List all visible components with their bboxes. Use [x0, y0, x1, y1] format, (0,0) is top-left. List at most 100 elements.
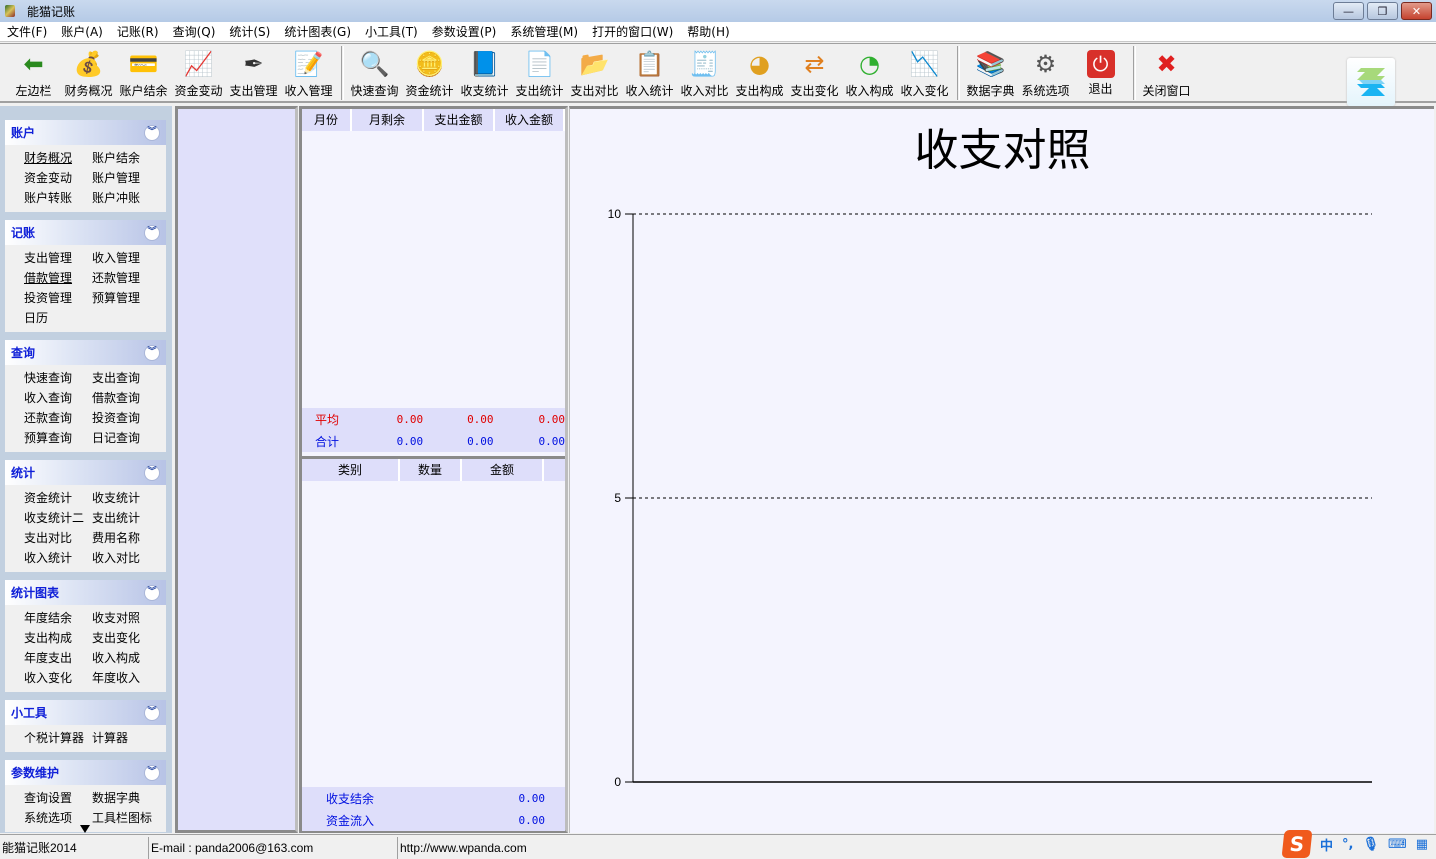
sidebar-link[interactable]: 日历: [24, 308, 92, 328]
sidebar-link[interactable]: 财务概况: [24, 148, 92, 168]
ime-mode-chinese[interactable]: 中: [1320, 835, 1333, 854]
sidebar-link[interactable]: 预算查询: [24, 428, 92, 448]
sidebar-link[interactable]: 收入统计: [24, 548, 92, 568]
menu-item-6[interactable]: 小工具(T): [358, 22, 425, 42]
sidebar-group-header[interactable]: 小工具 ︾: [5, 700, 166, 725]
keyboard-icon[interactable]: ⌨: [1388, 837, 1407, 852]
minimize-button[interactable]: —: [1333, 2, 1364, 20]
sidebar-link[interactable]: 支出变化: [92, 628, 160, 648]
sidebar-link[interactable]: 收支统计二: [24, 508, 92, 528]
menu-item-8[interactable]: 系统管理(M): [503, 22, 585, 42]
sidebar-link[interactable]: 还款管理: [92, 268, 160, 288]
sidebar-link[interactable]: 资金统计: [24, 488, 92, 508]
sidebar-link[interactable]: 支出对比: [24, 528, 92, 548]
sidebar-link[interactable]: 计算器: [92, 728, 160, 748]
sidebar-link[interactable]: 年度支出: [24, 648, 92, 668]
column-header-0[interactable]: 月份: [302, 109, 352, 131]
toolbar-button-0-5[interactable]: 📝 收入管理: [281, 44, 336, 100]
sidebar-link[interactable]: 年度结余: [24, 608, 92, 628]
sidebar-link[interactable]: 还款查询: [24, 408, 92, 428]
collapse-chevron-icon[interactable]: ︾: [144, 584, 160, 601]
sidebar-link[interactable]: 收入查询: [24, 388, 92, 408]
sidebar-link[interactable]: 借款管理: [24, 268, 92, 288]
sidebar-link[interactable]: 收支统计: [92, 488, 160, 508]
toolbar-button-1-8[interactable]: ⇄ 支出变化: [787, 44, 842, 100]
sidebar-link[interactable]: 收入管理: [92, 248, 160, 268]
sidebar-link[interactable]: 个税计算器: [24, 728, 92, 748]
collapse-chevron-icon[interactable]: ︾: [144, 124, 160, 141]
column-header-1[interactable]: 月剩余: [352, 109, 424, 131]
toolbar-button-2-1[interactable]: ⚙ 系统选项: [1018, 44, 1073, 100]
toolbar-button-1-2[interactable]: 📘 收支统计: [457, 44, 512, 100]
toolbar-button-1-1[interactable]: 🪙 资金统计: [402, 44, 457, 100]
collapse-chevron-icon[interactable]: ︾: [144, 704, 160, 721]
sidebar-link[interactable]: 收支对照: [92, 608, 160, 628]
microphone-icon[interactable]: 🎙: [1362, 837, 1379, 852]
toolbar-button-1-4[interactable]: 📂 支出对比: [567, 44, 622, 100]
sidebar-group-header[interactable]: 账户 ︾: [5, 120, 166, 145]
column-header-0[interactable]: 类别: [302, 459, 400, 481]
sidebar-link[interactable]: 收入对比: [92, 548, 160, 568]
sidebar-group-header[interactable]: 统计 ︾: [5, 460, 166, 485]
toolbar-button-1-6[interactable]: 🧾 收入对比: [677, 44, 732, 100]
restore-button[interactable]: ❐: [1367, 2, 1398, 20]
menu-item-4[interactable]: 统计(S): [222, 22, 277, 42]
sidebar-link[interactable]: 支出统计: [92, 508, 160, 528]
toolbar-button-1-0[interactable]: 🔍 快速查询: [347, 44, 402, 100]
toolbar-button-3-0[interactable]: ✖ 关闭窗口: [1139, 44, 1194, 100]
column-header-2[interactable]: 支出金额: [424, 109, 495, 131]
toolbar-button-1-3[interactable]: 📄 支出统计: [512, 44, 567, 100]
menu-item-2[interactable]: 记账(R): [110, 22, 166, 42]
sidebar-link[interactable]: 投资管理: [24, 288, 92, 308]
collapse-chevron-icon[interactable]: ︾: [144, 224, 160, 241]
sidebar-link[interactable]: 收入构成: [92, 648, 160, 668]
sidebar-link[interactable]: 支出构成: [24, 628, 92, 648]
sidebar-link[interactable]: 预算管理: [92, 288, 160, 308]
menu-item-7[interactable]: 参数设置(P): [425, 22, 504, 42]
toolbar-button-0-4[interactable]: ✒ 支出管理: [226, 44, 281, 100]
sidebar-link[interactable]: 年度收入: [92, 668, 160, 688]
toolbar-button-1-5[interactable]: 📋 收入统计: [622, 44, 677, 100]
close-button[interactable]: ✕: [1401, 2, 1432, 20]
sidebar-link[interactable]: 资金变动: [24, 168, 92, 188]
sidebar-link[interactable]: 日记查询: [92, 428, 160, 448]
sidebar-link[interactable]: 借款查询: [92, 388, 160, 408]
toolbar-button-1-9[interactable]: ◔ 收入构成: [842, 44, 897, 100]
sogou-logo-icon[interactable]: S: [1281, 830, 1313, 858]
collapse-chevron-icon[interactable]: ︾: [144, 344, 160, 361]
sidebar-link[interactable]: 费用名称: [92, 528, 160, 548]
sidebar-link[interactable]: 数据字典: [92, 788, 160, 808]
menu-item-0[interactable]: 文件(F): [0, 22, 54, 42]
toolbar-button-0-3[interactable]: 📈 资金变动: [171, 44, 226, 100]
sidebar-link[interactable]: 工具栏图标: [92, 808, 160, 828]
sidebar-link[interactable]: 账户结余: [92, 148, 160, 168]
sidebar-group-header[interactable]: 统计图表 ︾: [5, 580, 166, 605]
scroll-down-arrow-icon[interactable]: [80, 825, 90, 833]
sidebar-link[interactable]: 账户冲账: [92, 188, 160, 208]
sidebar-link[interactable]: 支出管理: [24, 248, 92, 268]
grid-menu-icon[interactable]: ▦: [1416, 837, 1428, 852]
sidebar-link[interactable]: 支出查询: [92, 368, 160, 388]
sidebar-link[interactable]: 投资查询: [92, 408, 160, 428]
collapse-chevron-icon[interactable]: ︾: [144, 764, 160, 781]
toolbar-button-1-10[interactable]: 📉 收入变化: [897, 44, 952, 100]
sidebar-group-header[interactable]: 记账 ︾: [5, 220, 166, 245]
menu-item-3[interactable]: 查询(Q): [166, 22, 223, 42]
sidebar-link[interactable]: 账户管理: [92, 168, 160, 188]
menu-item-1[interactable]: 账户(A): [54, 22, 110, 42]
column-header-3[interactable]: 收入金额: [495, 109, 565, 131]
menu-item-10[interactable]: 帮助(H): [680, 22, 736, 42]
punctuation-icon[interactable]: °,: [1342, 837, 1353, 852]
sidebar-link[interactable]: 收入变化: [24, 668, 92, 688]
column-header-2[interactable]: 金额: [462, 459, 544, 481]
sidebar-link[interactable]: 账户转账: [24, 188, 92, 208]
column-header-1[interactable]: 数量: [400, 459, 462, 481]
toolbar-button-1-7[interactable]: ◕ 支出构成: [732, 44, 787, 100]
sidebar-group-header[interactable]: 参数维护 ︾: [5, 760, 166, 785]
toolbar-button-2-0[interactable]: 📚 数据字典: [963, 44, 1018, 100]
menu-item-9[interactable]: 打开的窗口(W): [585, 22, 680, 42]
toolbar-button-0-2[interactable]: 💳 账户结余: [116, 44, 171, 100]
sidebar-link[interactable]: 查询设置: [24, 788, 92, 808]
toolbar-button-0-0[interactable]: ⬅ 左边栏: [6, 44, 61, 100]
collapse-chevron-icon[interactable]: ︾: [144, 464, 160, 481]
